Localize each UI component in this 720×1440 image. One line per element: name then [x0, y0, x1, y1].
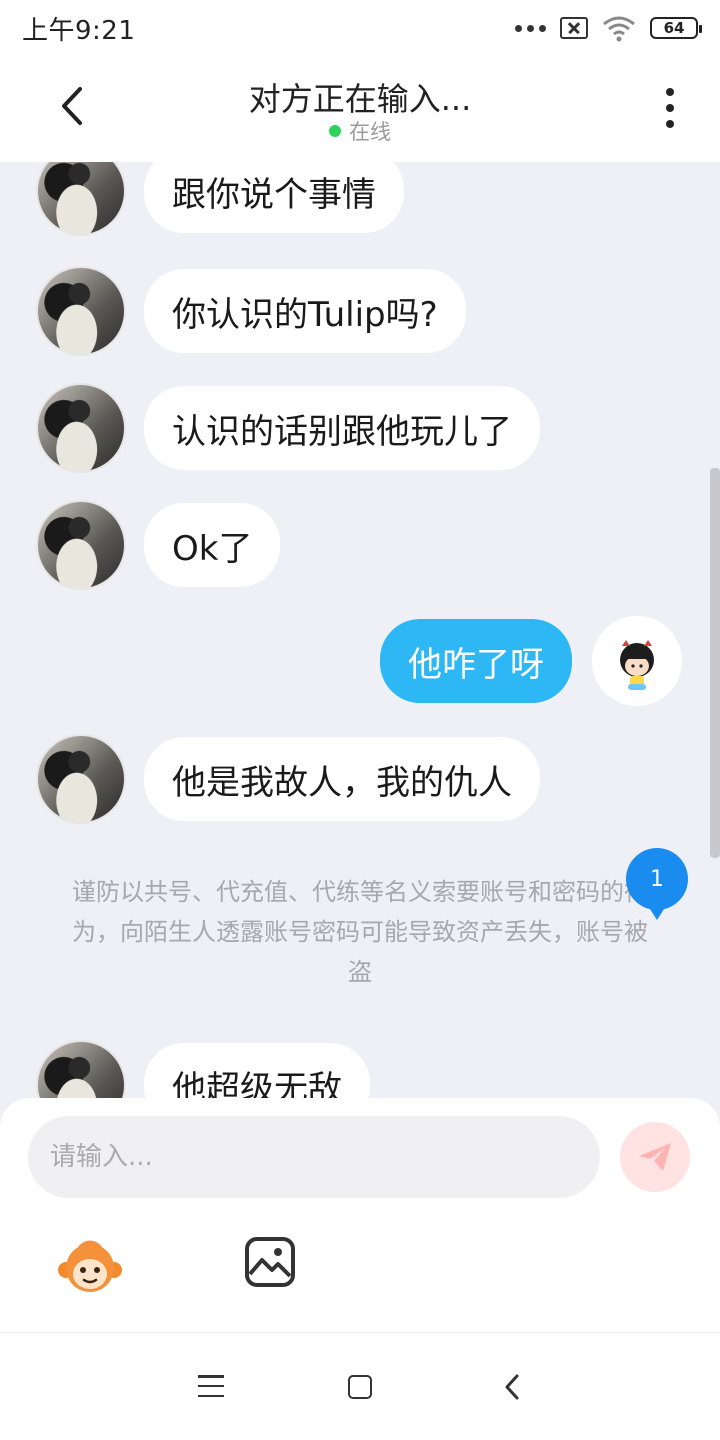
message-bubble-incoming[interactable]: 认识的话别跟他玩儿了	[144, 386, 540, 470]
online-dot-icon	[329, 125, 341, 137]
chat-header: 对方正在输入... 在线	[0, 56, 720, 162]
home-button[interactable]	[348, 1375, 372, 1399]
no-sim-icon	[560, 17, 588, 39]
online-status-label: 在线	[349, 120, 391, 144]
message-bubble-incoming[interactable]: 你认识的Tulip吗?	[144, 269, 466, 353]
cartoon-girl-avatar-icon	[620, 640, 654, 690]
message-row-incoming: Ok了	[36, 500, 281, 590]
message-row-incoming: 他是我故人，我的仇人	[36, 734, 540, 824]
contact-avatar[interactable]	[36, 162, 126, 236]
message-bubble-outgoing[interactable]: 他咋了呀	[380, 619, 572, 703]
message-row-outgoing: 他咋了呀	[380, 616, 682, 706]
message-row-incoming: 他超级无敌	[36, 1040, 370, 1100]
status-time: 上午9:21	[22, 15, 136, 46]
image-icon	[245, 1237, 295, 1287]
message-bubble-incoming[interactable]: 他超级无敌	[144, 1043, 370, 1100]
security-notice: 谨防以共号、代充值、代练等名义索要账号和密码的行为，向陌生人透露账号密码可能导致…	[72, 878, 648, 986]
contact-avatar[interactable]	[36, 383, 126, 473]
message-row-incoming: 跟你说个事情	[36, 162, 404, 236]
chat-message-list[interactable]: 跟你说个事情 你认识的Tulip吗? 认识的话别跟他玩儿了 Ok了 他咋了呀 他…	[0, 162, 720, 1100]
chevron-left-icon	[505, 1374, 519, 1400]
system-back-button[interactable]	[500, 1373, 524, 1401]
unread-messages-badge[interactable]: 1	[626, 848, 688, 920]
system-navigation-bar	[0, 1332, 720, 1440]
message-bubble-incoming[interactable]: 跟你说个事情	[144, 162, 404, 233]
send-button[interactable]	[620, 1122, 690, 1192]
image-button[interactable]	[244, 1236, 296, 1288]
emoji-button[interactable]	[56, 1234, 124, 1302]
monkey-emoji-icon	[58, 1240, 122, 1292]
contact-avatar[interactable]	[36, 734, 126, 824]
message-input[interactable]	[28, 1116, 600, 1198]
message-row-incoming: 你认识的Tulip吗?	[36, 266, 466, 356]
status-bar: 上午9:21 64	[0, 0, 720, 56]
recent-apps-button[interactable]	[198, 1375, 224, 1397]
contact-avatar[interactable]	[36, 500, 126, 590]
paper-plane-icon	[639, 1143, 671, 1171]
wifi-icon	[603, 16, 635, 42]
battery-level: 64	[663, 19, 685, 37]
more-options-button[interactable]	[652, 84, 688, 132]
my-avatar[interactable]	[592, 616, 682, 706]
message-bubble-incoming[interactable]: 他是我故人，我的仇人	[144, 737, 540, 821]
more-notifications-icon	[515, 24, 546, 32]
battery-icon: 64	[650, 17, 702, 39]
message-bubble-incoming[interactable]: Ok了	[144, 503, 281, 587]
contact-avatar[interactable]	[36, 266, 126, 356]
chat-scrollbar[interactable]	[710, 468, 720, 858]
status-icons: 64	[515, 14, 702, 42]
online-status: 在线	[0, 116, 720, 146]
chat-title: 对方正在输入...	[248, 80, 472, 118]
contact-avatar[interactable]	[36, 1040, 126, 1100]
unread-count: 1	[650, 866, 664, 892]
message-row-incoming: 认识的话别跟他玩儿了	[36, 383, 540, 473]
message-input-panel	[0, 1098, 720, 1332]
